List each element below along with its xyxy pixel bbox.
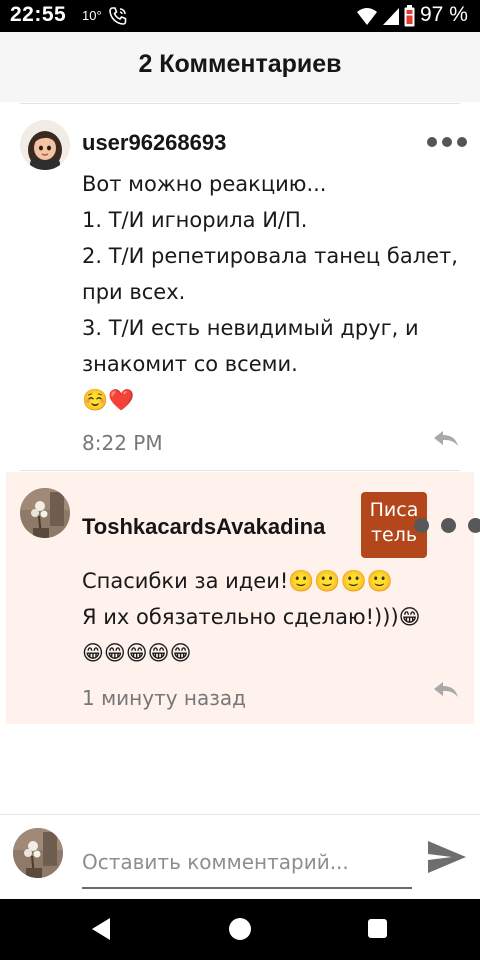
page-title: 2 Комментариев xyxy=(138,50,342,78)
status-temperature: 10° xyxy=(82,8,102,23)
battery-icon xyxy=(404,5,415,27)
comment-item: user96268693 Вот можно реакцию... 1. Т/И… xyxy=(0,104,480,472)
comment-timestamp: 8:22 PM xyxy=(82,431,163,455)
more-options-icon[interactable] xyxy=(427,137,467,147)
flowers-photo-avatar-icon xyxy=(13,828,63,878)
back-triangle-icon[interactable] xyxy=(90,917,112,941)
comment-timestamp: 1 минуту назад xyxy=(82,686,246,710)
cell-signal-icon xyxy=(383,8,399,25)
comment-text: Спасибки за идеи!🙂🙂🙂🙂 Я их обязательно с… xyxy=(82,569,421,665)
phone-call-icon xyxy=(109,7,127,25)
avatar[interactable] xyxy=(20,120,70,170)
comment-composer xyxy=(0,814,480,899)
comment-input[interactable] xyxy=(82,837,412,889)
recents-square-icon[interactable] xyxy=(368,919,387,938)
comment-username[interactable]: user96268693 xyxy=(82,130,226,156)
comments-header: 2 Комментариев xyxy=(0,32,480,102)
author-badge-label: Писа тель xyxy=(369,499,419,546)
comment-username[interactable]: ToshkacardsAvakadina xyxy=(82,514,325,540)
comment-text: Вот можно реакцию... 1. Т/И игнорила И/П… xyxy=(82,172,458,412)
send-arrow-icon[interactable] xyxy=(426,839,468,875)
avatar xyxy=(13,828,63,878)
reply-icon[interactable] xyxy=(432,428,460,450)
reply-icon[interactable] xyxy=(432,679,460,701)
status-bar: 22:55 10° 97 % xyxy=(0,0,480,32)
battery-percent: 97 % xyxy=(420,3,468,26)
more-options-icon[interactable] xyxy=(414,518,480,533)
avatar[interactable] xyxy=(20,488,70,538)
comment-item-highlighted: ToshkacardsAvakadina Писа тель Спасибки … xyxy=(6,472,480,724)
wifi-icon xyxy=(357,8,377,25)
system-nav-bar xyxy=(0,899,480,960)
status-time: 22:55 xyxy=(10,3,67,26)
divider xyxy=(20,470,460,471)
home-circle-icon[interactable] xyxy=(229,918,251,940)
cartoon-girl-avatar-icon xyxy=(20,120,70,170)
flowers-photo-avatar-icon xyxy=(20,488,70,538)
